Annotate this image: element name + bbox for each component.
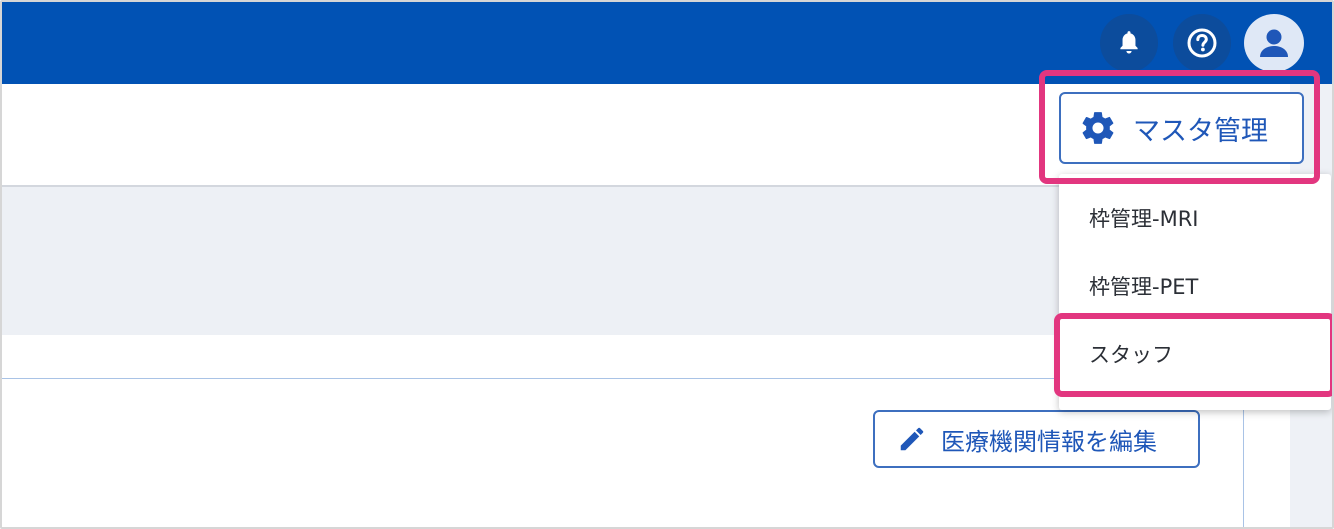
card-top-border xyxy=(2,378,1244,379)
master-management-button[interactable]: マスタ管理 xyxy=(1059,92,1304,164)
pencil-icon xyxy=(900,427,924,451)
app-window: 医療機関情報を編集 枠管理-MRI 枠管理-PET スタッフ マスタ管理 xyxy=(0,0,1334,529)
help-button[interactable] xyxy=(1173,14,1231,72)
help-circle-icon xyxy=(1187,28,1217,58)
menu-item-frame-mri[interactable]: 枠管理-MRI xyxy=(1059,188,1331,248)
menu-item-label: 枠管理-PET xyxy=(1089,275,1199,299)
menu-item-label: 枠管理-MRI xyxy=(1089,207,1199,231)
edit-facility-info-label: 医療機関情報を編集 xyxy=(941,427,1157,456)
edit-facility-info-button[interactable]: 医療機関情報を編集 xyxy=(873,410,1200,468)
user-account-button[interactable] xyxy=(1244,14,1304,72)
menu-item-staff[interactable]: スタッフ xyxy=(1059,324,1331,384)
bell-icon xyxy=(1120,31,1138,54)
menu-item-label: スタッフ xyxy=(1089,343,1173,367)
user-icon xyxy=(1260,29,1288,57)
notifications-button[interactable] xyxy=(1100,14,1158,72)
top-navigation-bar xyxy=(2,2,1332,84)
master-dropdown-menu: 枠管理-MRI 枠管理-PET スタッフ xyxy=(1059,174,1331,410)
gear-icon xyxy=(1082,112,1114,144)
menu-item-frame-pet[interactable]: 枠管理-PET xyxy=(1059,256,1331,316)
master-management-label: マスタ管理 xyxy=(1133,115,1268,147)
